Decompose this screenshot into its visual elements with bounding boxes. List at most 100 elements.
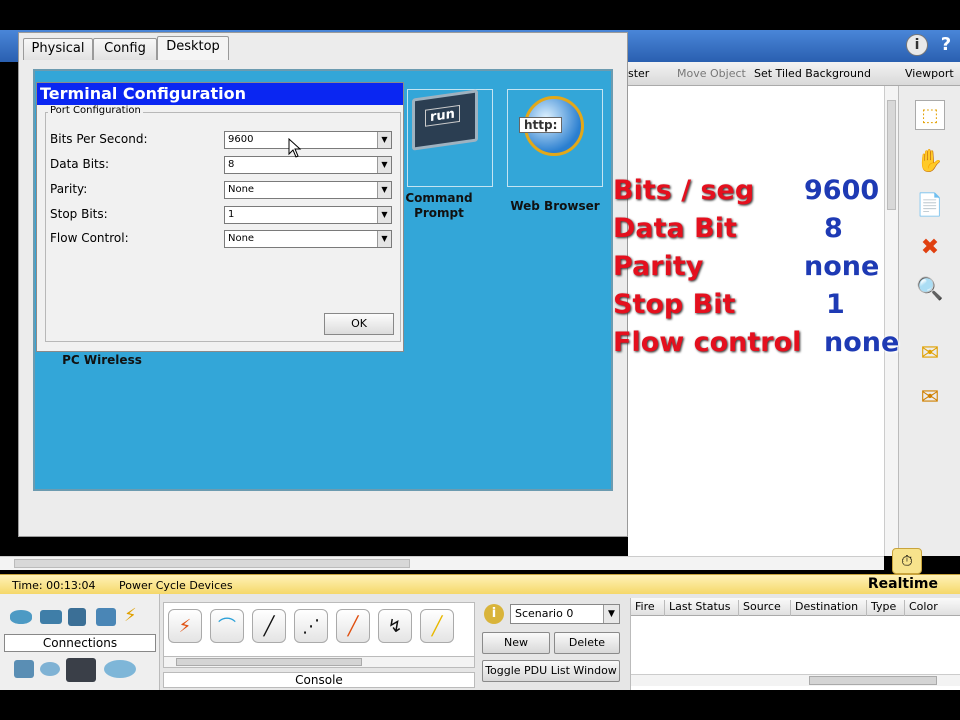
select-tool-icon[interactable]: ⬚ <box>915 100 945 130</box>
info-icon[interactable]: i <box>484 604 504 624</box>
overlay-label-bits: Bits / seg <box>613 175 755 206</box>
auto-connection-icon[interactable]: ⚡ <box>168 609 202 643</box>
column-type[interactable]: Type <box>867 600 905 616</box>
toolbar-item-set-tiled-background[interactable]: Set Tiled Background <box>754 67 871 80</box>
scrollbar-thumb[interactable] <box>14 559 410 568</box>
column-destination[interactable]: Destination <box>791 600 867 616</box>
pdu-list-table: Fire Last Status Source Destination Type… <box>630 598 960 690</box>
note-tool-icon[interactable]: 📄 <box>915 190 945 220</box>
end-device-icon[interactable] <box>14 660 34 678</box>
command-prompt-app[interactable]: run <box>407 89 493 187</box>
toolbar-item-move-object[interactable]: Move Object <box>677 67 746 80</box>
column-fire[interactable]: Fire <box>631 600 665 616</box>
crossover-cable-icon[interactable]: ⋰ <box>294 609 328 643</box>
chevron-down-icon[interactable]: ▼ <box>603 605 619 623</box>
http-icon-text: http: <box>519 117 563 133</box>
data-bits-select[interactable]: 8 ▼ <box>224 156 392 174</box>
switch-icon[interactable] <box>40 610 62 624</box>
toolbar-item-viewport[interactable]: Viewport <box>905 67 954 80</box>
power-cycle-devices-button[interactable]: Power Cycle Devices <box>119 579 233 592</box>
device-categories: ⚡ Connections <box>0 594 160 690</box>
web-browser-app[interactable]: http: <box>507 89 603 187</box>
delete-scenario-button[interactable]: Delete <box>554 632 620 654</box>
workspace-vertical-scrollbar[interactable] <box>884 86 898 556</box>
phone-cable-icon[interactable]: ↯ <box>378 609 412 643</box>
selected-connection-label: Console <box>163 672 475 688</box>
parity-select[interactable]: None ▼ <box>224 181 392 199</box>
right-tool-palette: ⬚ ✋ 📄 ✖ 🔍 ✉ ✉ <box>898 86 960 556</box>
overlay-label-flow-control: Flow control <box>613 327 802 358</box>
overlay-value-flow-control: none <box>824 327 900 358</box>
tab-physical[interactable]: Physical <box>23 38 93 60</box>
connection-types-scrollbar[interactable] <box>163 656 475 668</box>
stop-bits-select[interactable]: 1 ▼ <box>224 206 392 224</box>
realtime-clock-icon[interactable]: ⏱ <box>892 548 922 574</box>
stop-bits-label: Stop Bits: <box>50 207 108 221</box>
dialog-title: Terminal Configuration <box>37 83 403 105</box>
flow-control-value: None <box>228 233 255 244</box>
help-icon[interactable]: ? <box>936 34 956 56</box>
terminal-configuration-dialog: Terminal Configuration Port Configuratio… <box>36 82 404 352</box>
scrollbar-thumb[interactable] <box>809 676 937 685</box>
chevron-down-icon[interactable]: ▼ <box>377 231 391 247</box>
parity-label: Parity: <box>50 182 88 196</box>
custom-device-icon[interactable] <box>66 658 96 682</box>
new-scenario-button[interactable]: New <box>482 632 550 654</box>
coaxial-cable-icon[interactable]: ╱ <box>420 609 454 643</box>
scenario-panel: i Scenario 0 ▼ New Delete Toggle PDU Lis… <box>478 594 628 690</box>
pdu-table-scrollbar[interactable] <box>631 674 960 686</box>
chevron-down-icon[interactable]: ▼ <box>377 207 391 223</box>
tab-config[interactable]: Config <box>93 38 157 60</box>
column-color[interactable]: Color <box>905 600 960 616</box>
overlay-value-bits: 9600 <box>804 175 880 206</box>
wireless-device-icon[interactable] <box>96 608 116 626</box>
overlay-value-parity: none <box>804 251 880 282</box>
toggle-pdu-list-button[interactable]: Toggle PDU List Window <box>482 660 620 682</box>
tab-desktop[interactable]: Desktop <box>157 36 229 60</box>
simulation-time: Time: 00:13:04 <box>12 579 96 592</box>
mouse-cursor-icon <box>288 138 302 158</box>
scrollbar-thumb[interactable] <box>887 100 896 210</box>
flow-control-label: Flow Control: <box>50 231 129 245</box>
router-icon[interactable] <box>10 610 32 624</box>
realtime-mode-label[interactable]: Realtime <box>868 576 938 592</box>
overlay-label-stop-bit: Stop Bit <box>613 289 736 320</box>
stop-bits-value: 1 <box>228 209 235 220</box>
add-simple-pdu-icon[interactable]: ✉ <box>915 338 945 368</box>
scenario-value: Scenario 0 <box>515 607 574 620</box>
status-bar: Time: 00:13:04 Power Cycle Devices <box>0 574 960 594</box>
port-configuration-group: Port Configuration Bits Per Second: 9600… <box>45 105 401 342</box>
toolbar-item-cluster[interactable]: ster <box>628 67 649 80</box>
workspace-horizontal-scrollbar[interactable] <box>0 556 884 570</box>
straight-through-cable-icon[interactable]: ╱ <box>252 609 286 643</box>
connections-icon[interactable]: ⚡ <box>124 606 146 626</box>
delete-tool-icon[interactable]: ✖ <box>915 232 945 262</box>
scrollbar-thumb[interactable] <box>176 658 362 666</box>
fiber-cable-icon[interactable]: ╱ <box>336 609 370 643</box>
chevron-down-icon[interactable]: ▼ <box>377 132 391 148</box>
connections-label: Connections <box>4 634 156 652</box>
chevron-down-icon[interactable]: ▼ <box>377 182 391 198</box>
chevron-down-icon[interactable]: ▼ <box>377 157 391 173</box>
overlay-value-stop-bit: 1 <box>826 289 845 320</box>
wan-emulation-icon[interactable] <box>40 662 60 676</box>
logical-workspace[interactable] <box>628 86 884 556</box>
data-bits-value: 8 <box>228 159 235 170</box>
console-cable-icon[interactable]: ⌒ <box>210 609 244 643</box>
info-icon[interactable]: i <box>906 34 928 56</box>
flow-control-select[interactable]: None ▼ <box>224 230 392 248</box>
add-complex-pdu-icon[interactable]: ✉ <box>915 382 945 412</box>
pc-wireless-label[interactable]: PC Wireless <box>47 353 157 367</box>
inspect-tool-icon[interactable]: 🔍 <box>915 274 945 304</box>
command-prompt-label: Command Prompt <box>405 191 473 220</box>
pdu-table-header: Fire Last Status Source Destination Type… <box>631 598 960 616</box>
scenario-select[interactable]: Scenario 0 ▼ <box>510 604 620 624</box>
hub-icon[interactable] <box>68 608 86 626</box>
ok-button[interactable]: OK <box>324 313 394 335</box>
multiuser-icon[interactable] <box>104 660 136 678</box>
bits-per-second-select[interactable]: 9600 ▼ <box>224 131 392 149</box>
data-bits-label: Data Bits: <box>50 157 110 171</box>
hand-tool-icon[interactable]: ✋ <box>915 146 945 176</box>
column-source[interactable]: Source <box>739 600 791 616</box>
column-last-status[interactable]: Last Status <box>665 600 739 616</box>
